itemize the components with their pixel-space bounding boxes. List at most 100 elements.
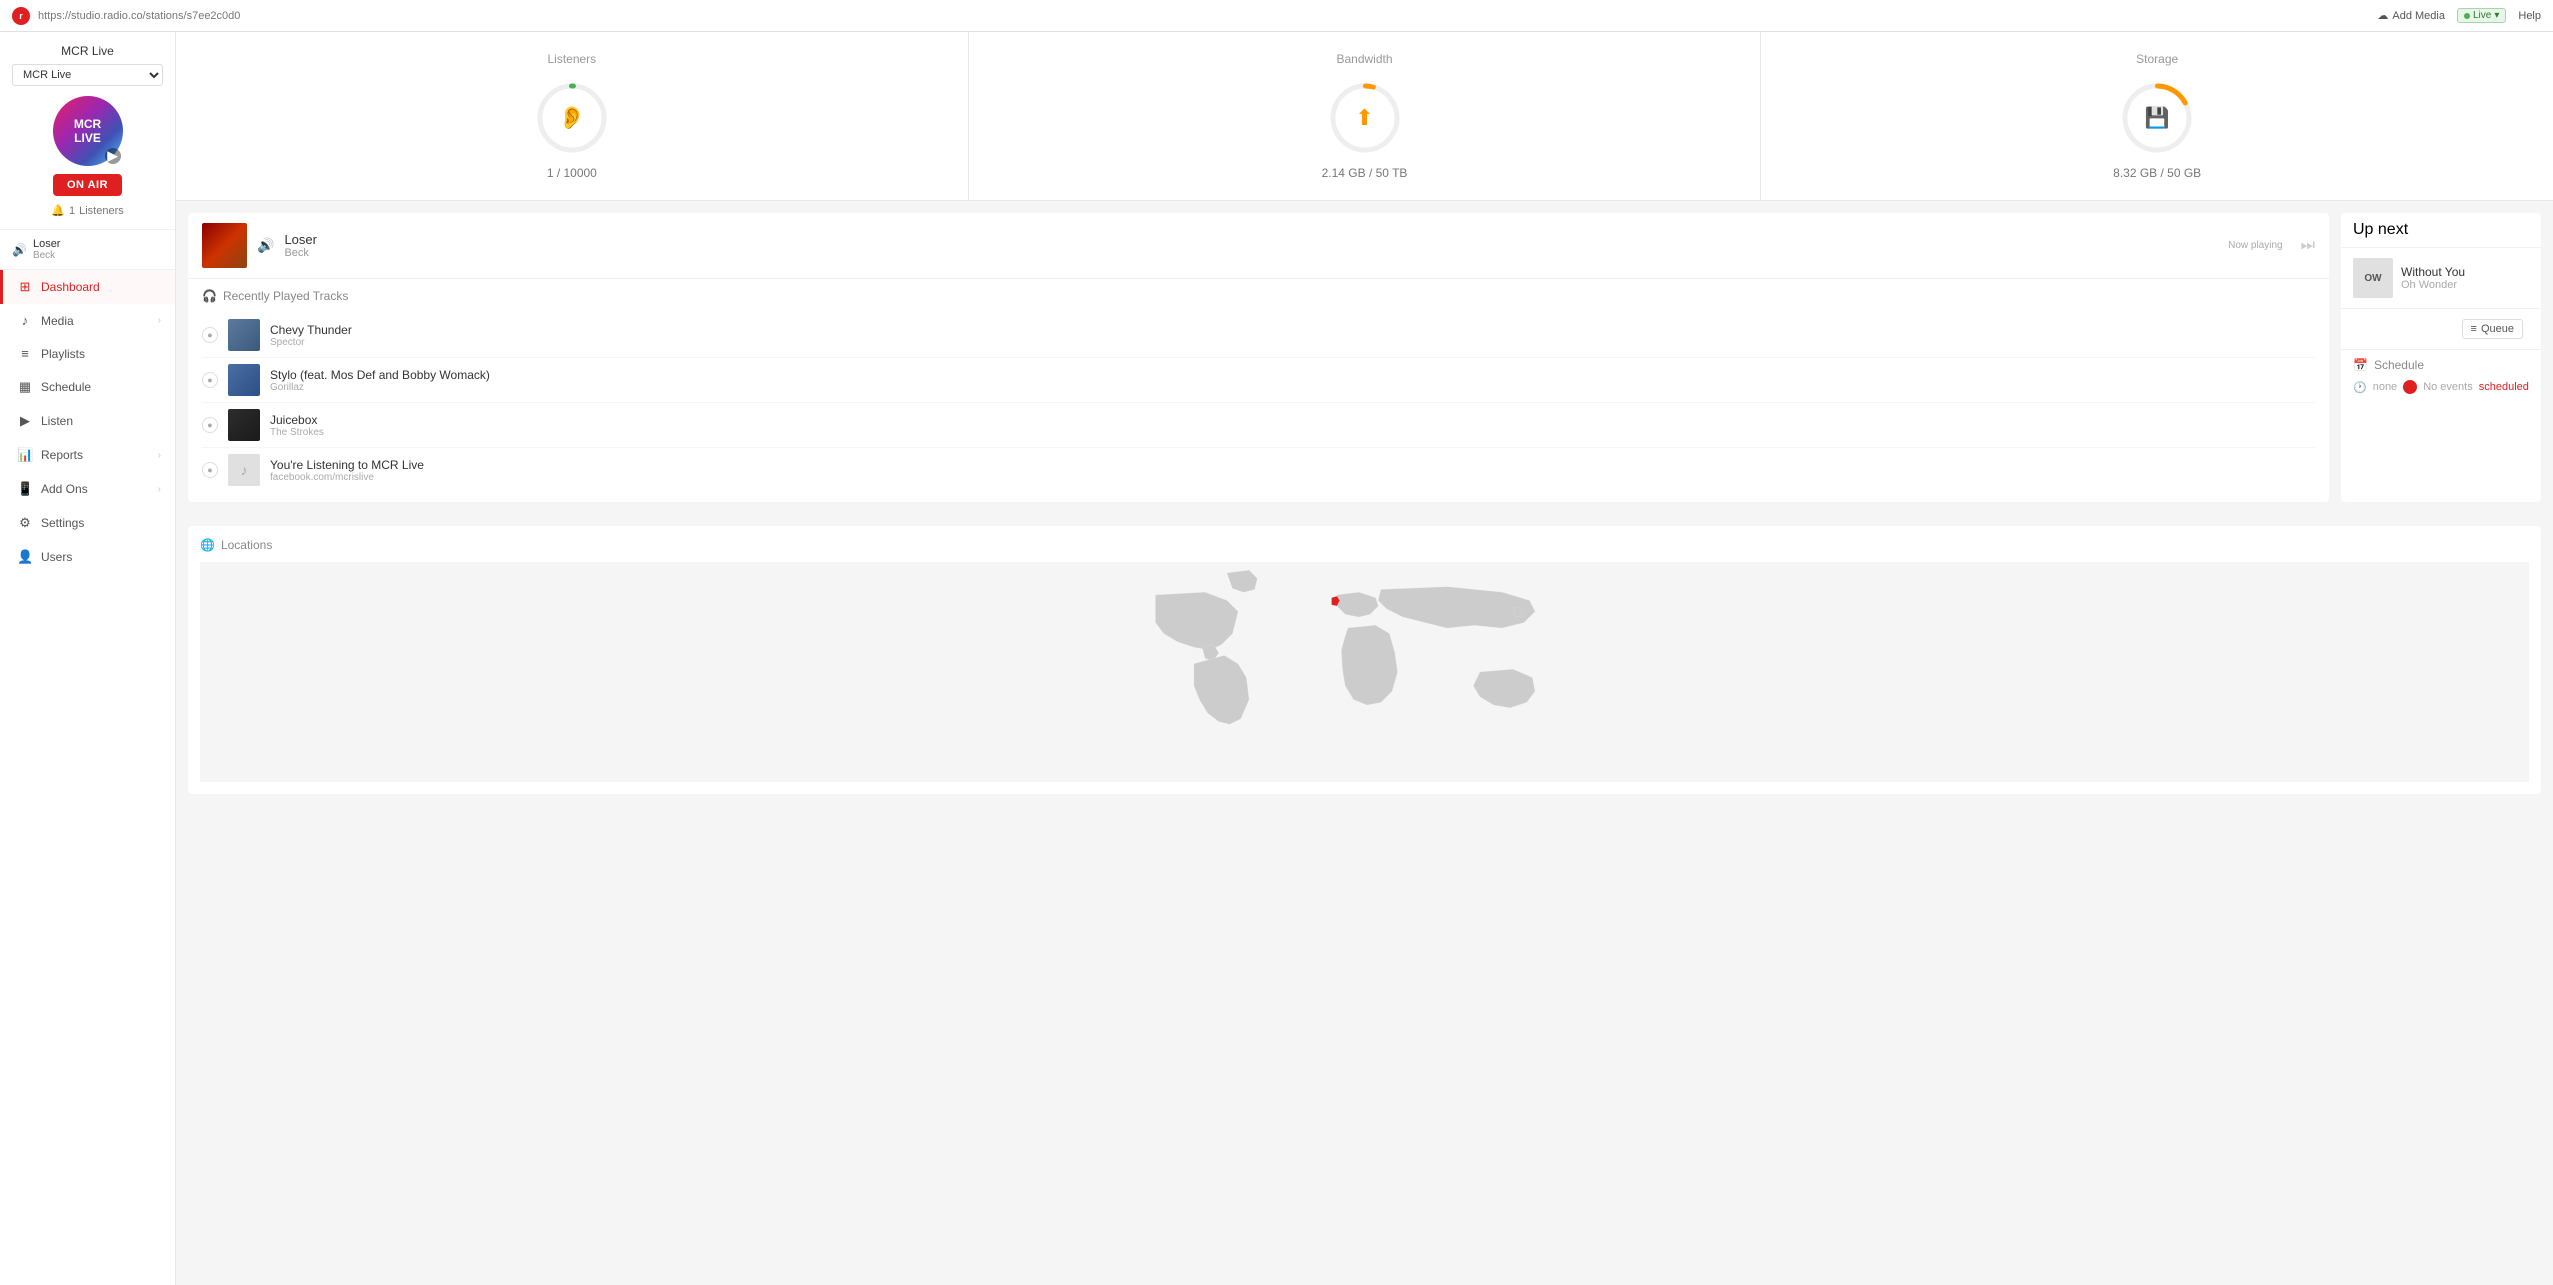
track-details: Chevy Thunder Spector [270,323,2315,348]
station-title: MCR Live [12,44,163,58]
np-track-artist: Beck [284,247,2218,259]
dashboard-icon: ⊞ [17,279,33,295]
top-bar-right: ☁ Add Media Live ▾ Help [2377,8,2541,23]
sidebar-item-settings[interactable]: ⚙ Settings [0,506,175,540]
sidebar-item-dashboard[interactable]: ⊞ Dashboard [0,270,175,304]
listeners-icon-center: 👂 [558,105,585,131]
queue-button[interactable]: ≡ Queue [2462,319,2523,339]
listeners-gauge: 👂 [532,78,612,158]
track-number: ● [202,417,218,433]
help-link[interactable]: Help [2518,10,2541,22]
track-details: Juicebox The Strokes [270,413,2315,438]
listeners-value: 1 / 10000 [547,166,597,180]
sidebar-item-schedule[interactable]: ▦ Schedule [0,370,175,404]
chevron-right-icon: › [158,315,161,326]
table-row: ● Stylo (feat. Mos Def and Bobby Womack)… [202,358,2315,403]
top-bar: r https://studio.radio.co/stations/s7ee2… [0,0,2553,32]
recently-played-header: 🎧 Recently Played Tracks [202,289,2315,303]
track-art: ♪ [228,454,260,486]
np-player-header: 🔊 Loser Beck Now playing ⏭ [188,213,2329,279]
on-air-button[interactable]: ON AIR [53,174,122,196]
storage-value: 8.32 GB / 50 GB [2113,166,2201,180]
chevron-down-icon: ▾ [2494,10,2499,21]
schedule-events: 🕐 none No events scheduled [2353,380,2529,394]
np-album-art [202,223,247,268]
up-next-panel: Up next OW Without You Oh Wonder ≡ Queue [2341,213,2541,502]
play-icon[interactable]: ▶ [105,148,121,164]
station-avatar-area: MCRLIVE ▶ ON AIR 🔔 1 Listeners [12,96,163,217]
now-playing-bar: 🔊 Loser Beck [0,230,175,270]
up-next-header: Up next [2341,213,2541,248]
skip-button[interactable]: ⏭ [2301,237,2315,255]
np-sidebar-artist: Beck [33,250,163,261]
live-dot-icon [2464,13,2470,19]
now-playing-label: Now playing [2228,240,2282,251]
recently-played: 🎧 Recently Played Tracks ● Chevy Thunder… [188,279,2329,502]
bandwidth-value: 2.14 GB / 50 TB [1322,166,1408,180]
add-media-button[interactable]: ☁ Add Media [2377,9,2445,22]
locations-header: 🌐 Locations [200,538,2529,552]
sidebar-item-media[interactable]: ♪ Media › [0,304,175,337]
sidebar-item-reports[interactable]: 📊 Reports › [0,438,175,472]
sidebar-item-addons[interactable]: 📱 Add Ons › [0,472,175,506]
np-track-info: Loser Beck [284,232,2218,259]
up-next-label: Up next [2353,221,2408,239]
stats-row: Listeners 👂 1 / 10000 Bandwidth [176,32,2553,201]
up-next-avatar: OW [2353,258,2393,298]
np-track-title: Loser [284,232,2218,247]
table-row: ● Chevy Thunder Spector [202,313,2315,358]
track-art [228,319,260,351]
users-icon: 👤 [17,549,33,565]
track-number: ● [202,462,218,478]
track-details: You're Listening to MCR Live facebook.co… [270,458,2315,483]
track-details: Stylo (feat. Mos Def and Bobby Womack) G… [270,368,2315,393]
sidebar-item-users[interactable]: 👤 Users [0,540,175,574]
up-next-content: OW Without You Oh Wonder [2341,248,2541,309]
world-map [200,562,2529,782]
media-icon: ♪ [17,313,33,328]
track-art [228,409,260,441]
schedule-icon: ▦ [17,379,33,395]
now-playing-section: 🔊 Loser Beck Now playing ⏭ 🎧 Recently Pl… [176,201,2553,514]
track-number: ● [202,327,218,343]
addons-icon: 📱 [17,481,33,497]
storage-title: Storage [2136,52,2178,66]
listen-icon: ▶ [17,413,33,429]
settings-icon: ⚙ [17,515,33,531]
stat-storage: Storage 💾 8.32 GB / 50 GB [1761,32,2553,200]
playlists-icon: ≡ [17,346,33,361]
np-player: 🔊 Loser Beck Now playing ⏭ 🎧 Recently Pl… [188,213,2329,502]
storage-icon-center: 💾 [2145,106,2170,131]
listeners-info: 🔔 1 Listeners [51,204,123,217]
volume-icon: 🔊 [12,243,27,257]
no-events-icon [2403,380,2417,394]
clock-icon: 🕐 [2353,381,2367,394]
sidebar-item-playlists[interactable]: ≡ Playlists [0,337,175,370]
main-content: Listeners 👂 1 / 10000 Bandwidth [176,32,2553,1285]
storage-gauge: 💾 [2117,78,2197,158]
stat-listeners: Listeners 👂 1 / 10000 [176,32,969,200]
globe-icon: 🌐 [200,538,215,552]
chevron-right-icon-3: › [158,484,161,495]
reports-icon: 📊 [17,447,33,463]
chevron-right-icon-2: › [158,450,161,461]
station-header: MCR Live MCR Live MCRLIVE ▶ ON AIR 🔔 1 L… [0,32,175,230]
top-bar-left: r https://studio.radio.co/stations/s7ee2… [12,7,240,25]
live-status[interactable]: Live ▾ [2457,8,2506,23]
calendar-icon: 📅 [2353,358,2368,372]
np-volume-icon[interactable]: 🔊 [257,237,274,254]
station-select[interactable]: MCR Live [12,64,163,86]
url-bar: https://studio.radio.co/stations/s7ee2c0… [38,10,240,22]
np-sidebar-title: Loser [33,238,163,250]
schedule-header: 📅 Schedule [2353,358,2529,372]
listeners-title: Listeners [547,52,596,66]
queue-icon: ≡ [2471,323,2477,335]
table-row: ● Juicebox The Strokes [202,403,2315,448]
upload-icon: ☁ [2377,9,2388,22]
sidebar-item-listen[interactable]: ▶ Listen [0,404,175,438]
locations-section: 🌐 Locations [188,526,2541,794]
listeners-icon: 🔔 [51,204,65,217]
bandwidth-title: Bandwidth [1336,52,1392,66]
up-next-info: Without You Oh Wonder [2401,265,2465,291]
sidebar: MCR Live MCR Live MCRLIVE ▶ ON AIR 🔔 1 L… [0,32,176,1285]
